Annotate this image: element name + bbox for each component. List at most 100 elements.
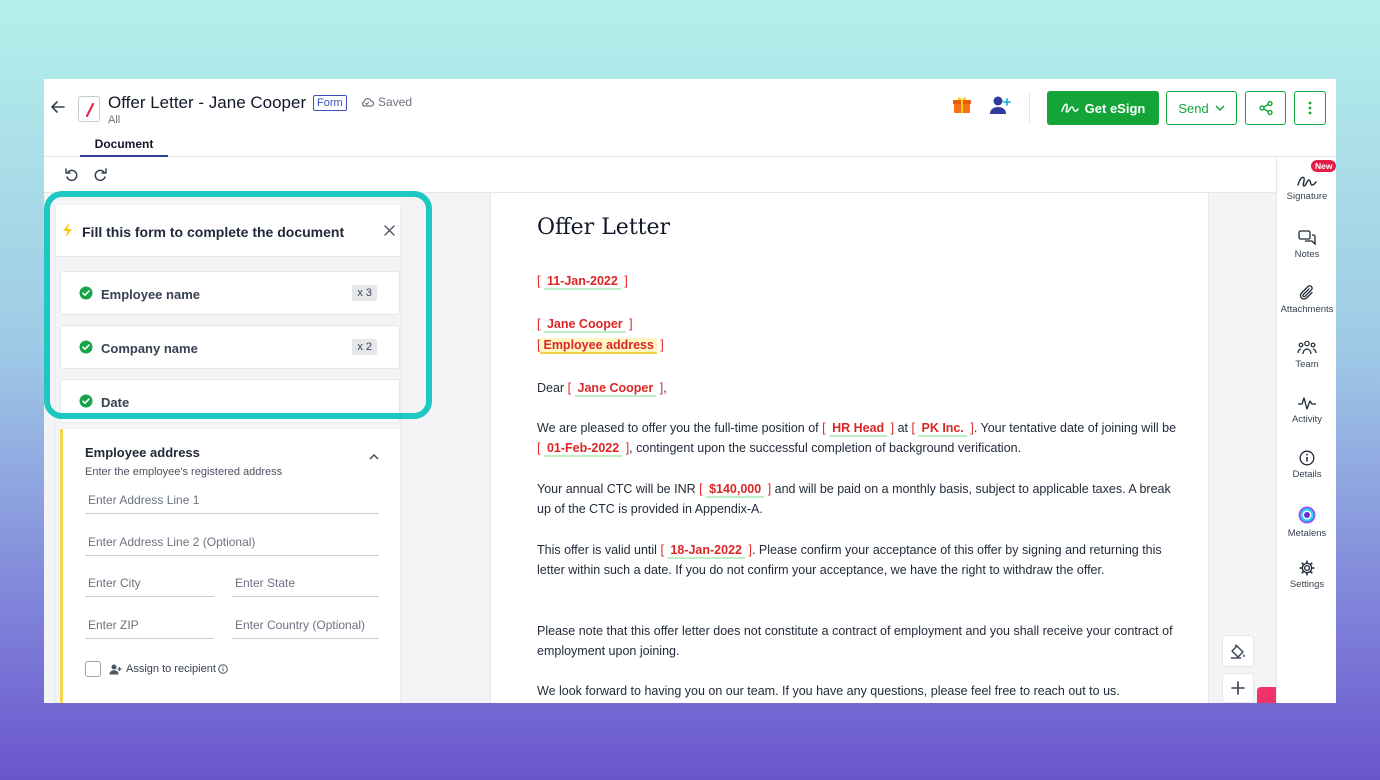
kebab-menu-icon (1308, 101, 1312, 115)
p1-text-c: . Your tentative date of joining will be (973, 421, 1177, 435)
rail-label: Signature (1286, 191, 1328, 202)
p1-text-b: at (897, 421, 909, 435)
address-line2-input[interactable] (85, 528, 379, 556)
p3-text-a: This offer is valid until (537, 543, 657, 557)
send-button[interactable]: Send (1166, 91, 1237, 125)
info-icon (1299, 450, 1315, 466)
address-description: Enter the employee's registered address (85, 466, 283, 478)
add-button[interactable] (1222, 673, 1254, 703)
paragraph-note: Please note that this offer letter does … (537, 624, 1173, 658)
signature-icon (1060, 103, 1079, 113)
address-title: Employee address (85, 445, 200, 460)
assign-to-recipient[interactable]: Assign to recipient (85, 661, 228, 677)
share-button[interactable] (1245, 91, 1286, 125)
add-user-icon[interactable] (988, 95, 1012, 122)
name-line: [ Jane Cooper ] (537, 317, 633, 333)
rail-label: Metalens (1287, 528, 1327, 539)
date-line: [ 11-Jan-2022 ] (537, 274, 628, 290)
field-position[interactable]: HR Head (829, 421, 888, 437)
paint-bucket-button[interactable] (1222, 635, 1254, 667)
plus-icon (1231, 681, 1245, 695)
document-heading: Offer Letter (537, 215, 671, 240)
saved-status: Saved (360, 95, 412, 109)
paragraph-validity: This offer is valid until [ 18-Jan-2022 … (537, 543, 1162, 577)
field-employee-address[interactable]: Employee address (540, 338, 657, 354)
metalens-icon (1298, 506, 1316, 524)
field-employee-name[interactable]: Jane Cooper (574, 381, 657, 397)
assign-checkbox[interactable] (85, 661, 101, 677)
dear-text: Dear (537, 381, 565, 395)
document-title[interactable]: Offer Letter - Jane Cooper (108, 93, 306, 113)
rail-label: Attachments (1280, 304, 1334, 315)
rail-item-team[interactable]: Team (1277, 340, 1336, 370)
address-line1-input[interactable] (85, 486, 379, 514)
document-type-icon (78, 96, 100, 122)
chevron-up-icon[interactable] (369, 447, 379, 465)
highlight-outline (44, 191, 432, 419)
field-date[interactable]: 11-Jan-2022 (543, 274, 621, 290)
undo-icon[interactable] (64, 167, 80, 188)
editor-toolbar (44, 158, 1276, 193)
signature-icon (1297, 176, 1317, 187)
paint-bucket-icon (1231, 644, 1245, 659)
rail-item-attachments[interactable]: Attachments (1277, 285, 1336, 315)
share-icon (1258, 100, 1273, 116)
employee-address-card: Employee address Enter the employee's re… (60, 429, 400, 703)
rail-item-details[interactable]: Details (1277, 450, 1336, 480)
get-esign-button[interactable]: Get eSign (1047, 91, 1159, 125)
rail-item-metalens[interactable]: Metalens (1277, 505, 1336, 539)
paragraph-closing: We look forward to having you on our tea… (537, 684, 1120, 698)
more-options-button[interactable] (1294, 91, 1326, 125)
gear-icon (1299, 560, 1315, 576)
header-divider (1029, 93, 1030, 123)
rail-label: Activity (1291, 414, 1323, 425)
workspace: Fill this form to complete the document … (44, 191, 1307, 703)
document-subtitle: All (108, 114, 121, 126)
paperclip-icon (1299, 285, 1313, 300)
rail-item-signature[interactable]: Signature (1277, 174, 1336, 202)
address-line: [Employee address ] (537, 338, 664, 354)
back-arrow-icon[interactable] (50, 99, 66, 115)
rail-label: Notes (1294, 249, 1320, 260)
gift-icon[interactable] (952, 95, 972, 120)
rail-item-notes[interactable]: Notes (1277, 230, 1336, 260)
team-icon (1297, 340, 1317, 355)
city-input[interactable] (85, 569, 214, 597)
rail-label: Team (1295, 359, 1319, 370)
user-icon (109, 664, 122, 674)
p1-text-a: We are pleased to offer you the full-tim… (537, 421, 819, 435)
field-company-name[interactable]: PK Inc. (918, 421, 967, 437)
paragraph-ctc: Your annual CTC will be INR [ $140,000 ]… (537, 482, 1171, 516)
info-icon (218, 664, 228, 674)
p1-text-d: , contingent upon the successful complet… (629, 441, 1022, 455)
form-badge: Form (313, 95, 347, 111)
rail-item-settings[interactable]: Settings (1277, 560, 1336, 590)
country-input[interactable] (232, 611, 379, 639)
notes-icon (1298, 230, 1316, 246)
field-ctc[interactable]: $140,000 (706, 482, 765, 498)
field-join-date[interactable]: 01-Feb-2022 (543, 441, 623, 457)
new-badge: New (1311, 160, 1336, 172)
field-valid-until[interactable]: 18-Jan-2022 (667, 543, 745, 559)
paragraph-position: We are pleased to offer you the full-tim… (537, 421, 1177, 457)
tab-document[interactable]: Document (80, 135, 168, 157)
rail-item-activity[interactable]: Activity (1277, 395, 1336, 425)
redo-icon[interactable] (92, 167, 108, 188)
salutation: Dear [ Jane Cooper ], (537, 381, 667, 397)
assign-label: Assign to recipient (126, 663, 216, 675)
cloud-icon (361, 98, 374, 107)
rail-label: Settings (1289, 579, 1325, 590)
right-rail: New Signature Notes Attachments Team Act… (1276, 158, 1336, 703)
send-label: Send (1178, 100, 1209, 116)
header: Offer Letter - Jane Cooper Form Saved Al… (44, 79, 1336, 157)
rail-label: Details (1292, 469, 1322, 480)
zip-input[interactable] (85, 611, 214, 639)
saved-label: Saved (378, 95, 413, 109)
chevron-down-icon (1215, 105, 1225, 111)
state-input[interactable] (232, 569, 379, 597)
app-window: Offer Letter - Jane Cooper Form Saved Al… (44, 79, 1336, 703)
field-employee-name[interactable]: Jane Cooper (543, 317, 626, 333)
p2-text-a: Your annual CTC will be INR (537, 482, 696, 496)
form-sidebar: Fill this form to complete the document … (44, 191, 432, 703)
document-page: Offer Letter [ 11-Jan-2022 ] [ Jane Coop… (490, 193, 1209, 703)
